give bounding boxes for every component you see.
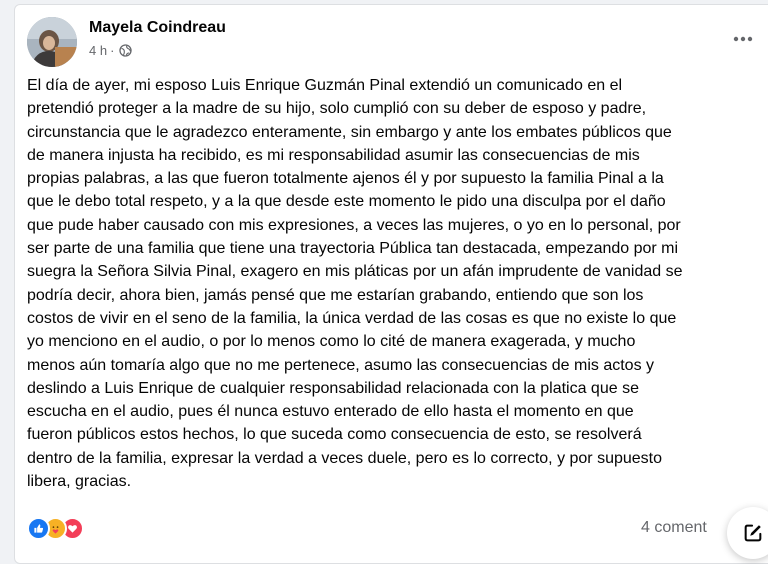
post-text-line: que le debo total respeto, y a la que de… xyxy=(27,193,666,211)
post-text-line: dentro de la familia, expresar la verdad… xyxy=(27,449,663,467)
avatar[interactable] xyxy=(27,17,77,67)
post-footer: 4 coment xyxy=(27,507,768,559)
post-card: Mayela Coindreau 4 h · El día de ayer, m xyxy=(14,4,768,564)
compose-button[interactable] xyxy=(727,507,768,559)
meta-separator: · xyxy=(110,43,115,58)
post-text-line: podría decir, ahora bien, jamás pensé qu… xyxy=(27,286,644,304)
post-text-line: propias palabras, a las que fueron total… xyxy=(27,170,664,188)
like-reaction-icon xyxy=(27,517,50,540)
more-options-icon xyxy=(733,36,753,42)
compose-icon xyxy=(744,524,762,542)
post-header: Mayela Coindreau 4 h · xyxy=(27,15,761,71)
post-text-line: yo menciono en el audio, o por lo menos … xyxy=(27,333,636,351)
more-options-button[interactable] xyxy=(725,27,761,51)
post-text-line: ser parte de una familia que tiene una t… xyxy=(27,240,679,258)
globe-icon[interactable] xyxy=(119,44,133,57)
post-time[interactable]: 4 h xyxy=(89,43,107,58)
post-text: El día de ayer, mi esposo Luis Enrique G… xyxy=(27,74,747,493)
post-text-line: libera, gracias. xyxy=(27,473,132,491)
post-text-line: menos aún tomaría algo que no me pertene… xyxy=(27,356,655,374)
avatar-image xyxy=(27,17,77,67)
post-text-line: suegra la Señora Silvia Pinal, exagero e… xyxy=(27,263,683,281)
post-text-line: deslindo a Luis Enrique de cualquier res… xyxy=(27,379,639,397)
post-text-line: escucha en el audio, pues él nunca estuv… xyxy=(27,403,634,421)
post-text-line: fueron públicos estos hechos, lo que suc… xyxy=(27,426,642,444)
author-name[interactable]: Mayela Coindreau xyxy=(89,19,226,37)
post-meta: 4 h · xyxy=(89,43,133,58)
post-text-line: que pude haber causado con mis expresion… xyxy=(27,216,681,234)
post-text-line: pretendió proteger a la madre de su hijo… xyxy=(27,100,647,118)
post-text-line: costos de vivir en el seno de la familia… xyxy=(27,309,677,327)
comments-count-link[interactable]: 4 coment xyxy=(641,519,707,537)
post-text-line: de manera injusta ha recibido, es mi res… xyxy=(27,146,640,164)
reactions-summary[interactable] xyxy=(27,517,84,540)
post-text-line: circunstancia que le agradezco enteramen… xyxy=(27,123,672,141)
post-text-line: El día de ayer, mi esposo Luis Enrique G… xyxy=(27,77,623,94)
